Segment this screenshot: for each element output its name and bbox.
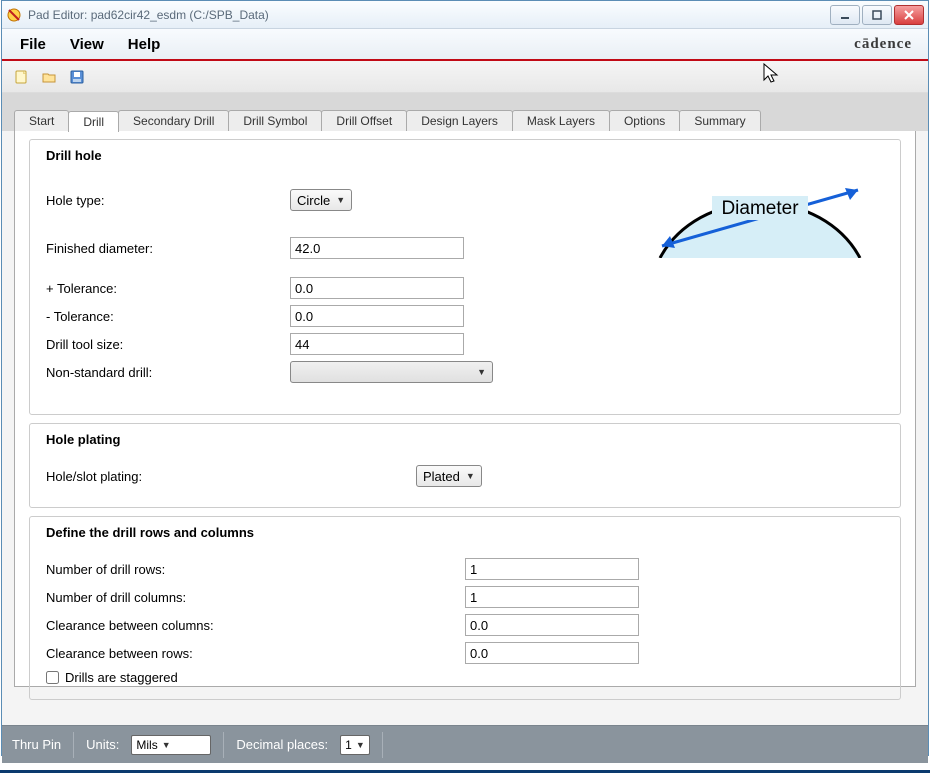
decimal-places-label: Decimal places: (236, 737, 328, 752)
hole-slot-plating-value: Plated (423, 469, 460, 484)
chevron-down-icon: ▼ (336, 195, 345, 205)
minimize-button[interactable] (830, 5, 860, 25)
app-icon (6, 7, 22, 23)
open-file-icon[interactable] (38, 66, 60, 88)
tab-drill[interactable]: Drill (68, 111, 119, 132)
new-file-icon[interactable] (10, 66, 32, 88)
group-rows-cols: Define the drill rows and columns Number… (29, 516, 901, 700)
statusbar: Thru Pin Units: Mils ▼ Decimal places: 1… (2, 725, 928, 763)
drill-tool-size-label: Drill tool size: (46, 337, 290, 352)
maximize-button[interactable] (862, 5, 892, 25)
tabbar: Start Drill Secondary Drill Drill Symbol… (2, 93, 928, 131)
tab-summary[interactable]: Summary (679, 110, 760, 131)
status-thru-pin: Thru Pin (12, 737, 61, 752)
tab-design-layers[interactable]: Design Layers (406, 110, 513, 131)
menu-view[interactable]: View (58, 32, 116, 57)
plus-tolerance-label: + Tolerance: (46, 281, 290, 296)
group-title-hole-plating: Hole plating (42, 432, 124, 447)
minus-tolerance-input[interactable] (290, 305, 464, 327)
tab-secondary-drill[interactable]: Secondary Drill (118, 110, 229, 131)
decimal-places-value: 1 (345, 738, 352, 752)
toolbar (2, 61, 928, 93)
titlebar: Pad Editor: pad62cir42_esdm (C:/SPB_Data… (2, 1, 928, 29)
non-standard-drill-select[interactable]: ▼ (290, 361, 493, 383)
chevron-down-icon: ▼ (466, 471, 475, 481)
num-drill-rows-input[interactable] (465, 558, 639, 580)
chevron-down-icon: ▼ (477, 367, 486, 377)
divider (382, 732, 383, 758)
drills-staggered-label: Drills are staggered (65, 670, 178, 685)
menu-file[interactable]: File (8, 32, 58, 57)
non-standard-drill-label: Non-standard drill: (46, 365, 290, 380)
num-drill-cols-input[interactable] (465, 586, 639, 608)
brand-logo: cādence (854, 36, 922, 53)
clearance-rows-input[interactable] (465, 642, 639, 664)
clearance-cols-input[interactable] (465, 614, 639, 636)
clearance-cols-label: Clearance between columns: (46, 618, 465, 633)
hole-preview: Diameter (640, 148, 880, 258)
group-title-rows-cols: Define the drill rows and columns (42, 525, 258, 540)
finished-diameter-input[interactable] (290, 237, 464, 259)
num-drill-cols-label: Number of drill columns: (46, 590, 465, 605)
units-select[interactable]: Mils ▼ (131, 735, 211, 755)
decimal-places-select[interactable]: 1 ▼ (340, 735, 370, 755)
chevron-down-icon: ▼ (356, 740, 365, 750)
minus-tolerance-label: - Tolerance: (46, 309, 290, 324)
window-title: Pad Editor: pad62cir42_esdm (C:/SPB_Data… (28, 8, 828, 22)
menubar: File View Help cādence (2, 29, 928, 59)
hole-type-select[interactable]: Circle ▼ (290, 189, 352, 211)
group-title-drill-hole: Drill hole (42, 148, 106, 163)
hole-slot-plating-label: Hole/slot plating: (46, 469, 416, 484)
divider (223, 732, 224, 758)
hole-type-label: Hole type: (46, 193, 290, 208)
tab-drill-offset[interactable]: Drill Offset (321, 110, 407, 131)
hole-type-value: Circle (297, 193, 330, 208)
svg-text:Diameter: Diameter (721, 198, 799, 219)
group-hole-plating: Hole plating Hole/slot plating: Plated ▼ (29, 423, 901, 508)
tab-start[interactable]: Start (14, 110, 69, 131)
menu-help[interactable]: Help (116, 32, 173, 57)
tab-options[interactable]: Options (609, 110, 680, 131)
finished-diameter-label: Finished diameter: (46, 241, 290, 256)
save-file-icon[interactable] (66, 66, 88, 88)
chevron-down-icon: ▼ (162, 740, 171, 750)
group-drill-hole: Drill hole Diameter Hole type: Circle ▼ (29, 139, 901, 415)
plus-tolerance-input[interactable] (290, 277, 464, 299)
divider (73, 732, 74, 758)
hole-slot-plating-select[interactable]: Plated ▼ (416, 465, 482, 487)
drill-tool-size-input[interactable] (290, 333, 464, 355)
tab-mask-layers[interactable]: Mask Layers (512, 110, 610, 131)
units-value: Mils (136, 738, 157, 752)
units-label: Units: (86, 737, 119, 752)
tab-drill-symbol[interactable]: Drill Symbol (228, 110, 322, 131)
close-button[interactable] (894, 5, 924, 25)
drill-panel: Drill hole Diameter Hole type: Circle ▼ (14, 131, 916, 687)
drills-staggered-checkbox[interactable] (46, 671, 59, 684)
clearance-rows-label: Clearance between rows: (46, 646, 465, 661)
num-drill-rows-label: Number of drill rows: (46, 562, 465, 577)
